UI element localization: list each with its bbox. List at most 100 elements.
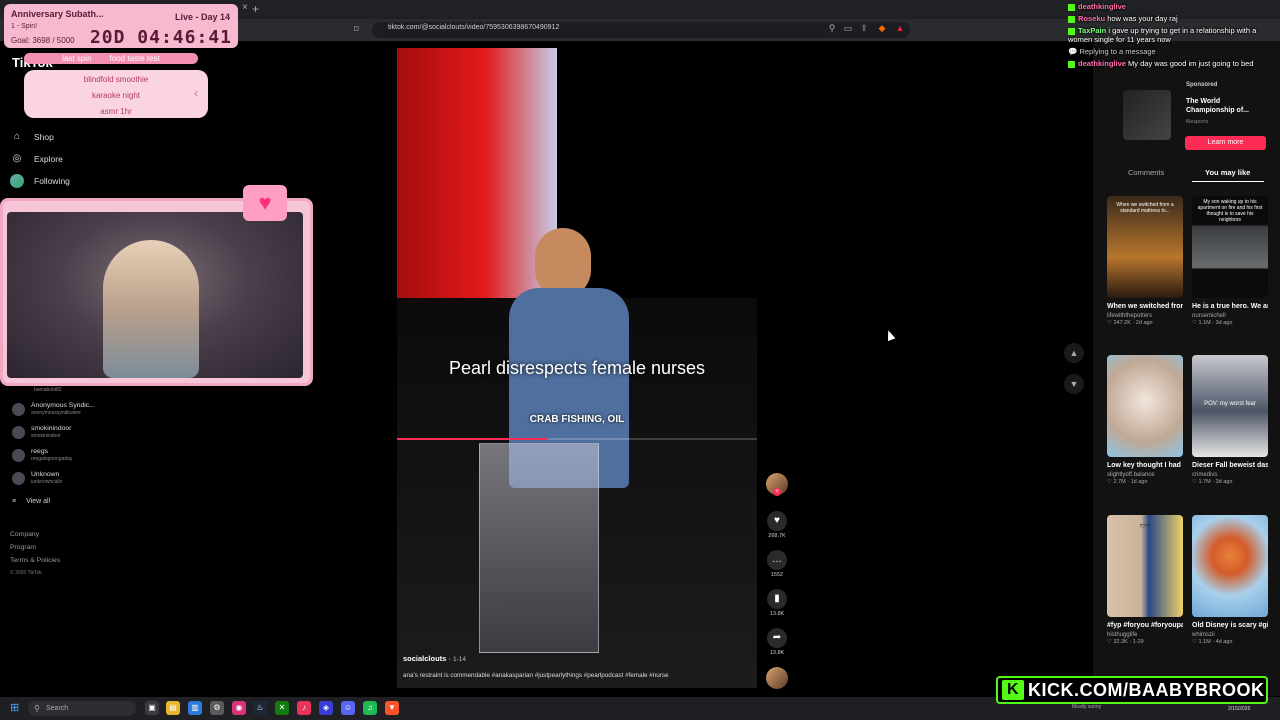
chat-message: deathkinglive [1068, 2, 1278, 11]
creator-avatar-button[interactable]: + [764, 473, 790, 496]
tab-you-may-like[interactable]: You may like [1205, 168, 1250, 177]
share-button[interactable]: ➦ 13.8K [764, 628, 790, 656]
recommended-video[interactable]: POV: my worst fear Dieser Fall beweist d… [1192, 355, 1268, 485]
like-button[interactable]: ♥ 268.7K [764, 511, 790, 539]
video-author: slightlyoff.balance [1107, 472, 1155, 478]
sponsored-title[interactable]: The World Championship of... [1186, 97, 1266, 115]
sidebar-item-label: Shop [34, 132, 54, 142]
extension-icon[interactable]: ⚲ [826, 23, 838, 35]
following-account[interactable]: Anonymous Syndic... anonymoussyndicatee [12, 402, 95, 416]
recommended-video[interactable]: Old Disney is scary #gifedit... whimszii… [1192, 515, 1268, 645]
recommended-video[interactable]: My son waking up to his apartment on fir… [1192, 196, 1268, 326]
like-count: 268.7K [768, 533, 786, 539]
footer-terms-link[interactable]: Terms & Policies [10, 557, 60, 564]
weather-status[interactable]: Mostly sunny [1072, 704, 1101, 710]
brave-shield-icon[interactable]: ◆ [876, 23, 888, 35]
sidebar-item-explore[interactable]: ◎ Explore [10, 151, 63, 167]
account-handle: reegaingoongaday [31, 456, 73, 462]
xbox-icon[interactable]: ✕ [275, 701, 289, 715]
chevron-left-icon: ‹ [194, 86, 198, 100]
bookmark-icon[interactable]: ⌑ [354, 24, 362, 34]
taskbar-date[interactable]: 2/15/2026 [1228, 706, 1250, 712]
learn-more-button[interactable]: Learn more [1185, 136, 1266, 150]
following-account[interactable]: reegs reegaingoongaday [12, 448, 72, 462]
app-icon[interactable]: ◉ [232, 701, 246, 715]
spin-count: 1 - Spin! [11, 23, 38, 30]
search-placeholder: Search [46, 705, 69, 712]
video-title: Low key thought I had two hands fo... [1107, 462, 1183, 469]
file-explorer-icon[interactable]: ▤ [166, 701, 180, 715]
video-player[interactable]: Pearl disrespects female nurses CRAB FIS… [397, 48, 757, 688]
windows-start-icon[interactable]: ⊞ [10, 702, 22, 714]
video-thumbnail: When we switched from a standard mattres… [1107, 196, 1183, 298]
search-icon: ⚲ [34, 704, 40, 713]
steam-icon[interactable]: ♨ [253, 701, 267, 715]
view-all-link[interactable]: ≡ View all [12, 498, 50, 505]
taskbar-search[interactable]: ⚲ Search [28, 701, 136, 716]
save-button[interactable]: ▮ 13.8K [764, 589, 790, 617]
reader-icon[interactable]: ▭ [842, 23, 854, 35]
tab-comments[interactable]: Comments [1128, 168, 1164, 177]
video-author: nursemichell [1192, 313, 1226, 319]
sidebar-item-shop[interactable]: ⌂ Shop [10, 129, 54, 145]
folder-icon[interactable]: ▥ [188, 701, 202, 715]
video-age: 3d ago [1215, 320, 1233, 326]
settings-icon[interactable]: ⚙ [210, 701, 224, 715]
video-meta: ♡ 247.2K · 2d ago [1107, 320, 1153, 326]
video-author[interactable]: socialclouts · 1-14 [403, 654, 466, 663]
chat-username: Roseku [1078, 14, 1106, 23]
chat-username: TaxPain [1078, 26, 1107, 35]
sponsored-thumbnail[interactable] [1123, 90, 1171, 140]
last-spin-value: food taste test [109, 54, 160, 63]
list-icon: ≡ [12, 498, 17, 505]
video-description: ana's restraint is commendable #anakaspa… [403, 672, 669, 679]
next-video-button[interactable]: ▼ [1064, 374, 1084, 394]
like-count: 2.7M [1113, 479, 1126, 485]
close-tab-icon[interactable]: × [242, 2, 252, 16]
footer-program-link[interactable]: Program [10, 544, 36, 551]
following-account[interactable]: Unknown iunknowncallx [12, 471, 62, 485]
new-tab-button[interactable]: + [252, 2, 259, 16]
active-tab-indicator [1192, 181, 1264, 182]
video-progress-bar[interactable] [397, 438, 757, 440]
video-age: 1d ago [1130, 479, 1148, 485]
app-icon[interactable]: ◈ [319, 701, 333, 715]
save-count: 13.8K [769, 611, 785, 617]
task-view-icon[interactable]: ▣ [145, 701, 159, 715]
rewards-icon[interactable]: ▲ [894, 23, 906, 35]
tiktok-app-icon[interactable]: ♪ [297, 701, 311, 715]
recommended-video[interactable]: When we switched from a standard mattres… [1107, 196, 1183, 326]
recommended-video[interactable]: Low key thought I had two hands fo... sl… [1107, 355, 1183, 485]
following-account[interactable]: bamabobi82 [12, 387, 62, 393]
kick-badge-icon [1068, 3, 1075, 11]
chat-username: deathkinglive [1078, 59, 1126, 68]
video-author: crimedivs [1192, 472, 1218, 478]
following-account[interactable]: smokinindoor smokinindoor [12, 425, 71, 439]
video-meta: ♡ 1.1M · 4d ago [1192, 639, 1233, 645]
brave-browser-icon[interactable]: ▼ [385, 701, 399, 715]
kick-badge-icon [1068, 15, 1075, 23]
webcam-feed [7, 212, 303, 378]
sidebar-item-following[interactable]: Following [10, 173, 70, 189]
video-background-red [397, 48, 557, 298]
previous-video-button[interactable]: ▲ [1064, 343, 1084, 363]
share-icon[interactable]: ⇪ [858, 23, 870, 35]
discord-icon[interactable]: ☺ [341, 701, 355, 715]
avatar [12, 472, 25, 485]
like-count: 32.3K [1113, 639, 1128, 645]
chevron-down-icon: ▼ [1069, 379, 1079, 389]
recommended-video[interactable]: ???? #fyp #foryou #foryoupage... histhug… [1107, 515, 1183, 645]
sound-button[interactable] [764, 667, 790, 689]
wheel-item: asmr 1hr [100, 107, 132, 116]
sidebar-item-label: Explore [34, 154, 63, 164]
spotify-icon[interactable]: ♫ [363, 701, 377, 715]
account-name: Unknown [31, 471, 60, 478]
comment-button[interactable]: … 1552 [764, 550, 790, 578]
video-author: histhugglife [1107, 632, 1138, 638]
footer-company-link[interactable]: Company [10, 531, 39, 538]
video-thumbnail [1192, 515, 1268, 617]
chat-text: how was your day raj [1107, 14, 1178, 23]
account-handle: anonymoussyndicatee [31, 410, 81, 416]
follow-plus-icon: + [773, 488, 781, 496]
avatar [12, 449, 25, 462]
